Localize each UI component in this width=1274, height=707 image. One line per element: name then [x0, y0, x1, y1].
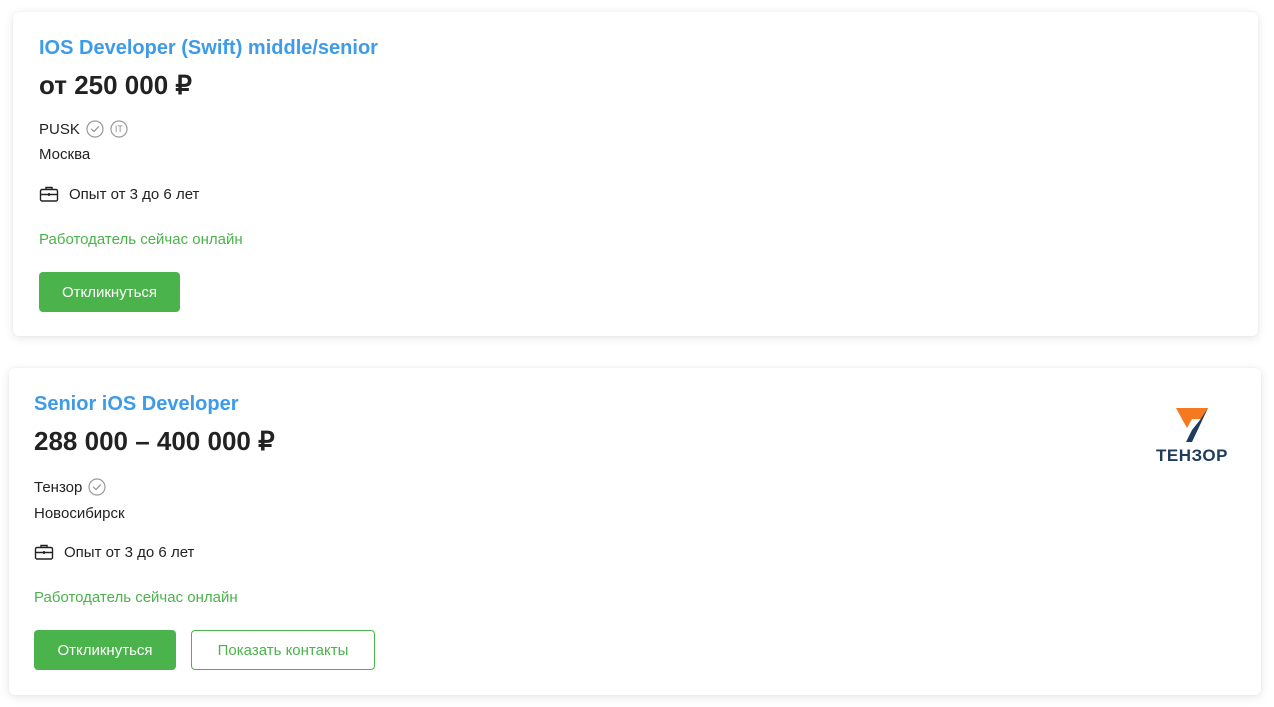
show-contacts-button[interactable]: Показать контакты: [191, 630, 375, 670]
check-circle-icon: [86, 120, 104, 138]
vacancy-salary: 288 000 – 400 000 ₽: [34, 426, 275, 456]
employer-online-status: Работодатель сейчас онлайн: [34, 589, 238, 606]
respond-button[interactable]: Откликнуться: [34, 630, 176, 670]
company-name[interactable]: PUSK: [39, 121, 80, 138]
respond-button[interactable]: Откликнуться: [39, 272, 180, 312]
company-logo-text: ТЕНЗОР: [1156, 446, 1228, 465]
briefcase-icon: [39, 185, 59, 203]
vacancy-title[interactable]: IOS Developer (Swift) middle/senior: [39, 37, 378, 60]
experience-text: Опыт от 3 до 6 лет: [64, 543, 195, 561]
vacancy-title[interactable]: Senior iOS Developer: [34, 393, 239, 416]
vacancy-city: Новосибирск: [34, 505, 125, 522]
company-row: PUSK IT: [39, 120, 128, 138]
company-name[interactable]: Тензор: [34, 479, 82, 496]
vacancy-city: Москва: [39, 146, 91, 163]
employer-online-status: Работодатель сейчас онлайн: [39, 231, 243, 248]
briefcase-icon: [34, 543, 54, 561]
experience-row: Опыт от 3 до 6 лет: [34, 543, 194, 561]
vacancy-card: Senior iOS Developer 288 000 – 400 000 ₽…: [9, 368, 1261, 695]
tensor-logo-mark-icon: [1176, 408, 1208, 442]
experience-text: Опыт от 3 до 6 лет: [69, 185, 200, 203]
vacancy-salary: от 250 000 ₽: [39, 70, 192, 100]
check-circle-icon: [88, 478, 106, 496]
experience-row: Опыт от 3 до 6 лет: [39, 185, 199, 203]
it-accredited-icon: IT: [110, 120, 128, 138]
vacancy-card: IOS Developer (Swift) middle/senior от 2…: [13, 12, 1258, 336]
company-logo[interactable]: ТЕНЗОР: [1149, 406, 1235, 472]
it-badge-text: IT: [114, 124, 123, 134]
company-row: Тензор: [34, 478, 106, 496]
